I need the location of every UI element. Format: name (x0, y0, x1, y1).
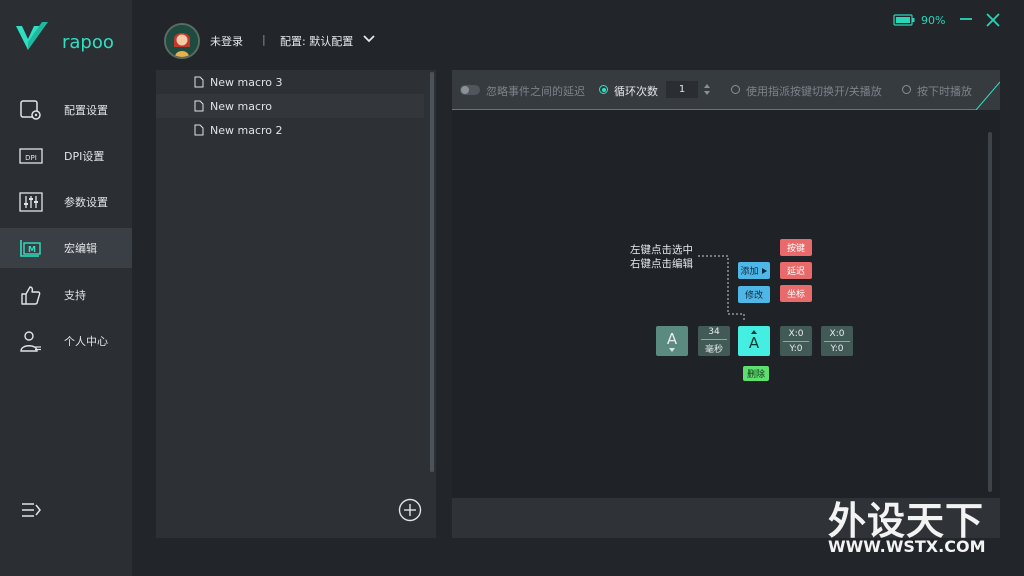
thumbs-up-icon (21, 286, 41, 305)
macro-editor: 忽略事件之间的延迟 循环次数 1 使用指派按键切换开/关播放 按下时播放 左键点… (452, 70, 1000, 538)
avatar-image (166, 25, 198, 57)
sidebar-item-user-center[interactable]: 个人中心 (0, 321, 132, 361)
avatar[interactable] (164, 23, 200, 59)
top-bar: 未登录 | 配置: 默认配置 90% (132, 0, 1024, 70)
add-event-label: 添加 (740, 267, 759, 277)
tile-divider (783, 340, 809, 342)
brand-wordmark: rapoo (62, 32, 114, 53)
macro-icon: M (20, 240, 41, 257)
profile-settings-icon (20, 100, 41, 120)
macro-name: New macro 2 (210, 123, 283, 137)
caret-right-icon (761, 267, 767, 274)
coord-x: X:0 (829, 328, 845, 339)
coord-y: Y:0 (789, 343, 803, 354)
hint-right-click: 右键点击编辑 (630, 258, 693, 270)
key-label: A (666, 330, 678, 348)
coord-x: X:0 (788, 328, 804, 339)
toolbar-accent-line (452, 81, 1000, 111)
key-down-arrow-icon (669, 348, 675, 352)
macro-list-scrollbar[interactable] (430, 72, 434, 472)
chevron-down-icon[interactable] (362, 32, 376, 46)
user-icon (20, 331, 41, 352)
login-status[interactable]: 未登录 (210, 33, 243, 49)
event-coordinate-tile[interactable]: X:0 Y:0 (821, 326, 853, 356)
dpi-icon: DPI (19, 148, 43, 164)
macro-list-item[interactable]: New macro 2 (156, 118, 424, 142)
tile-divider (824, 340, 850, 342)
sliders-icon (19, 192, 43, 212)
canvas-scrollbar[interactable] (988, 132, 992, 492)
file-icon (194, 124, 204, 136)
delete-event-button[interactable]: 删除 (743, 366, 769, 381)
macro-list-panel: New macro 3 New macro New macro 2 (156, 70, 436, 538)
file-icon (194, 76, 204, 88)
menu-collapse-icon[interactable] (20, 500, 42, 520)
sidebar-item-label: DPI设置 (64, 150, 105, 163)
coord-y: Y:0 (830, 343, 844, 354)
event-key-tile-selected[interactable]: A (738, 326, 770, 356)
rapoo-logo: rapoo (16, 22, 114, 53)
sidebar-item-profile-settings[interactable]: 配置设置 (0, 90, 132, 130)
macro-list-item[interactable]: New macro (156, 94, 424, 118)
sidebar-item-label: 宏编辑 (64, 242, 97, 255)
sidebar-item-macro-editor[interactable]: M 宏编辑 (0, 228, 132, 268)
event-coordinate-tile[interactable]: X:0 Y:0 (780, 326, 812, 356)
watermark-url: WWW.WSTX.COM (828, 537, 986, 556)
key-label: A (748, 334, 760, 352)
add-macro-button[interactable] (398, 498, 422, 522)
macro-name: New macro (210, 99, 273, 113)
sidebar-item-parameters[interactable]: 参数设置 (0, 182, 132, 222)
modify-event-button[interactable]: 修改 (738, 286, 770, 303)
sidebar-item-label: 配置设置 (64, 104, 108, 117)
sidebar-item-dpi[interactable]: DPI DPI设置 (0, 136, 132, 176)
hint-leader-line (698, 255, 745, 320)
header-separator: | (262, 33, 266, 46)
battery-icon (893, 14, 915, 26)
delay-unit: 毫秒 (704, 345, 723, 355)
battery-level: 90% (921, 14, 946, 27)
macro-list-item[interactable]: New macro 3 (156, 70, 424, 94)
sidebar-item-label: 参数设置 (64, 196, 108, 209)
sidebar: rapoo 配置设置 DPI DPI设置 参数设置 M 宏编辑 支持 个人中心 (0, 0, 132, 576)
macro-name: New macro 3 (210, 75, 283, 89)
sidebar-item-label: 支持 (64, 289, 86, 302)
close-icon[interactable] (984, 10, 1002, 30)
insert-coordinate-button[interactable]: 坐标 (780, 285, 812, 302)
svg-text:DPI: DPI (25, 154, 37, 162)
scrollbar-thumb[interactable] (430, 72, 434, 472)
tile-divider (701, 339, 727, 340)
sidebar-item-label: 个人中心 (64, 335, 108, 348)
event-delay-tile[interactable]: 34 毫秒 (698, 326, 730, 356)
insert-delay-button[interactable]: 延迟 (780, 262, 812, 279)
hint-left-click: 左键点击选中 (630, 244, 693, 256)
event-key-tile[interactable]: A (656, 326, 688, 356)
sidebar-item-support[interactable]: 支持 (0, 275, 132, 315)
file-icon (194, 100, 204, 112)
config-selector-label[interactable]: 配置: 默认配置 (280, 33, 353, 49)
minimize-icon[interactable] (958, 10, 974, 28)
delay-value: 34 (708, 327, 720, 337)
add-event-button[interactable]: 添加 (738, 262, 770, 279)
insert-key-button[interactable]: 按键 (780, 239, 812, 256)
svg-text:M: M (28, 245, 36, 254)
macro-canvas[interactable]: 左键点击选中 右键点击编辑 添加 修改 按键 延迟 坐标 A 34 毫秒 A X… (452, 110, 1000, 498)
